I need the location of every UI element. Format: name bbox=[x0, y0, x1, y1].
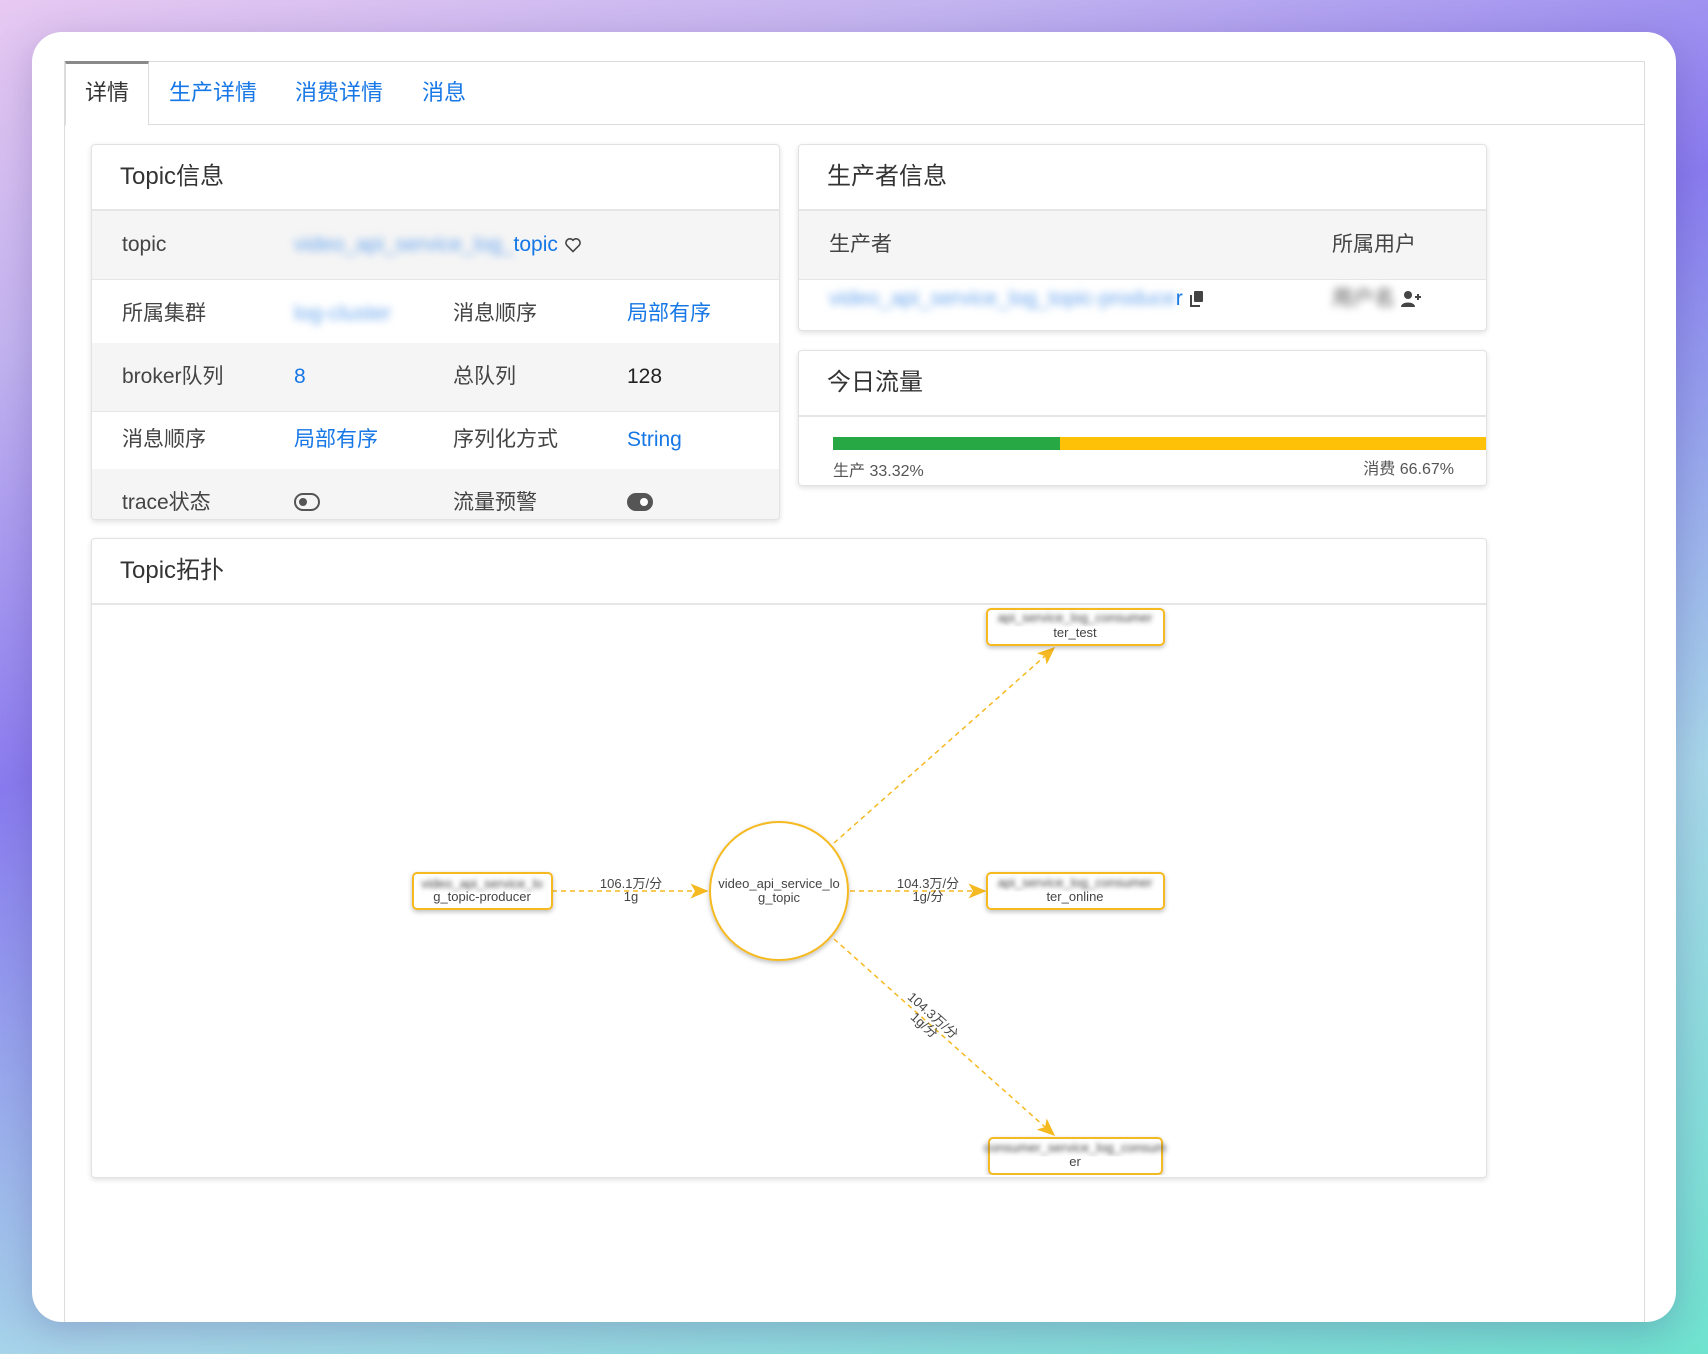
edge-topic-consumer-er bbox=[833, 938, 1056, 1136]
serialization-value[interactable]: String bbox=[627, 406, 682, 474]
topic-info-title: Topic信息 bbox=[92, 145, 779, 211]
topic-info-card: Topic信息 topic video_api_service_log_topi… bbox=[91, 144, 780, 520]
consume-segment bbox=[1060, 437, 1486, 450]
topology-title: Topic拓扑 bbox=[92, 539, 1486, 605]
topology-graph: 106.1万/分 1g 104.3万/分 1g/分 104.3万/分 1g/分 … bbox=[412, 608, 1167, 1175]
topic-label: topic bbox=[122, 233, 167, 256]
edge-label-er: 104.3万/分 1g/分 bbox=[905, 989, 961, 1042]
producer-info-title: 生产者信息 bbox=[799, 145, 1486, 211]
edge-size: 1g bbox=[624, 889, 638, 904]
add-user-icon[interactable] bbox=[1400, 290, 1423, 308]
tab-produce-details[interactable]: 生产详情 bbox=[165, 62, 261, 124]
consumer-node-line1: api_service_log_consumer bbox=[998, 875, 1153, 890]
tab-messages[interactable]: 消息 bbox=[417, 62, 471, 124]
trace-status-label: trace状态 bbox=[122, 491, 211, 514]
consumer-node-online[interactable]: api_service_log_consumer ter_online bbox=[986, 872, 1165, 910]
broker-queue-value[interactable]: 8 bbox=[294, 343, 306, 411]
consumer-node-line2: ter_online bbox=[1046, 889, 1103, 904]
producer-name-tail: r bbox=[1175, 287, 1183, 310]
producer-user: 用户名 bbox=[1332, 274, 1423, 324]
producer-node-line2: g_topic-producer bbox=[433, 889, 531, 904]
message-order-label-2: 消息顺序 bbox=[122, 428, 206, 451]
topic-node-line1: video_api_service_lo bbox=[718, 876, 839, 891]
traffic-alert-toggle[interactable] bbox=[627, 469, 653, 519]
traffic-card: 今日流量 生产 33.32% 消费 66.67% bbox=[798, 350, 1487, 486]
status-row: trace状态 流量预警 bbox=[92, 469, 779, 519]
topic-name-link[interactable]: video_api_service_log_topic bbox=[294, 211, 582, 279]
consumer-node-line1: consumer_service_log_consum bbox=[984, 1140, 1167, 1155]
message-order-value-2[interactable]: 局部有序 bbox=[294, 406, 378, 474]
consumer-node-test[interactable]: api_service_log_consumer ter_test bbox=[986, 608, 1165, 646]
copy-icon[interactable] bbox=[1189, 290, 1205, 308]
producer-name-blurred: video_api_service_log_topic-produce bbox=[829, 287, 1176, 310]
cluster-row: 所属集群 log-cluster 消息顺序 局部有序 bbox=[92, 280, 779, 349]
consumer-node-er[interactable]: consumer_service_log_consum er bbox=[984, 1137, 1167, 1175]
produce-percent: 生产 33.32% bbox=[833, 463, 924, 480]
produce-segment bbox=[833, 437, 1061, 450]
topic-node-line2: g_topic bbox=[758, 890, 800, 905]
topic-node[interactable]: video_api_service_lo g_topic bbox=[709, 821, 849, 961]
user-col-header: 所属用户 bbox=[1332, 233, 1416, 256]
queue-row: broker队列 8 总队列 128 bbox=[92, 343, 779, 412]
total-queue-value: 128 bbox=[627, 365, 663, 388]
toggle-off-icon bbox=[294, 492, 320, 511]
consumer-node-line2: ter_test bbox=[1053, 625, 1097, 640]
cluster-label: 所属集群 bbox=[122, 302, 206, 325]
producer-info-card: 生产者信息 生产者 所属用户 video_api_service_log_top… bbox=[798, 144, 1487, 331]
user-name-blurred: 用户名 bbox=[1332, 287, 1395, 310]
total-queue-label: 总队列 bbox=[453, 365, 516, 388]
message-order-value[interactable]: 局部有序 bbox=[627, 280, 711, 348]
topic-detail-panel: 详情 生产详情 消费详情 消息 Topic信息 topic video_api_… bbox=[64, 61, 1645, 1322]
tab-consume-details[interactable]: 消费详情 bbox=[291, 62, 387, 124]
consumer-node-line1: api_service_log_consumer bbox=[998, 610, 1153, 625]
tab-bar: 详情 生产详情 消费详情 消息 bbox=[65, 61, 1644, 126]
producer-row: video_api_service_log_topic-producer 用户名 bbox=[799, 280, 1486, 330]
topic-row: topic video_api_service_log_topic bbox=[92, 211, 779, 280]
traffic-alert-label: 流量预警 bbox=[453, 491, 537, 514]
producer-name-link[interactable]: video_api_service_log_topic-producer bbox=[829, 274, 1205, 324]
traffic-title: 今日流量 bbox=[799, 351, 1486, 417]
message-order-label: 消息顺序 bbox=[453, 302, 537, 325]
serialization-row: 消息顺序 局部有序 序列化方式 String bbox=[92, 406, 779, 475]
producer-node[interactable]: video_api_service_lo g_topic-producer bbox=[412, 872, 553, 910]
trace-toggle[interactable] bbox=[294, 469, 320, 519]
traffic-progress-bar bbox=[833, 437, 1486, 450]
producer-header-row: 生产者 所属用户 bbox=[799, 211, 1486, 280]
consume-percent: 消费 66.67% bbox=[1363, 461, 1454, 478]
consumer-node-line2: er bbox=[1069, 1154, 1081, 1169]
app-frame: 详情 生产详情 消费详情 消息 Topic信息 topic video_api_… bbox=[32, 32, 1676, 1322]
heart-icon[interactable] bbox=[564, 237, 582, 254]
edge-size: 1g/分 bbox=[912, 889, 943, 904]
toggle-on-icon bbox=[627, 492, 653, 511]
tab-details[interactable]: 详情 bbox=[65, 61, 149, 126]
cluster-value-link[interactable]: log-cluster bbox=[294, 280, 391, 348]
edge-label-online: 104.3万/分 1g/分 bbox=[897, 876, 959, 904]
topic-name-tail: topic bbox=[513, 233, 558, 256]
topic-name-blurred: video_api_service_log_ bbox=[294, 233, 514, 256]
producer-col-header: 生产者 bbox=[829, 233, 892, 256]
edge-label-producer: 106.1万/分 1g bbox=[600, 876, 662, 904]
serialization-label: 序列化方式 bbox=[453, 428, 558, 451]
topology-card: Topic拓扑 106.1万/分 1g 104.3万/分 1g/分 104.3万… bbox=[91, 538, 1487, 1178]
broker-queue-label: broker队列 bbox=[122, 365, 224, 388]
edge-topic-consumer-test bbox=[833, 647, 1056, 844]
